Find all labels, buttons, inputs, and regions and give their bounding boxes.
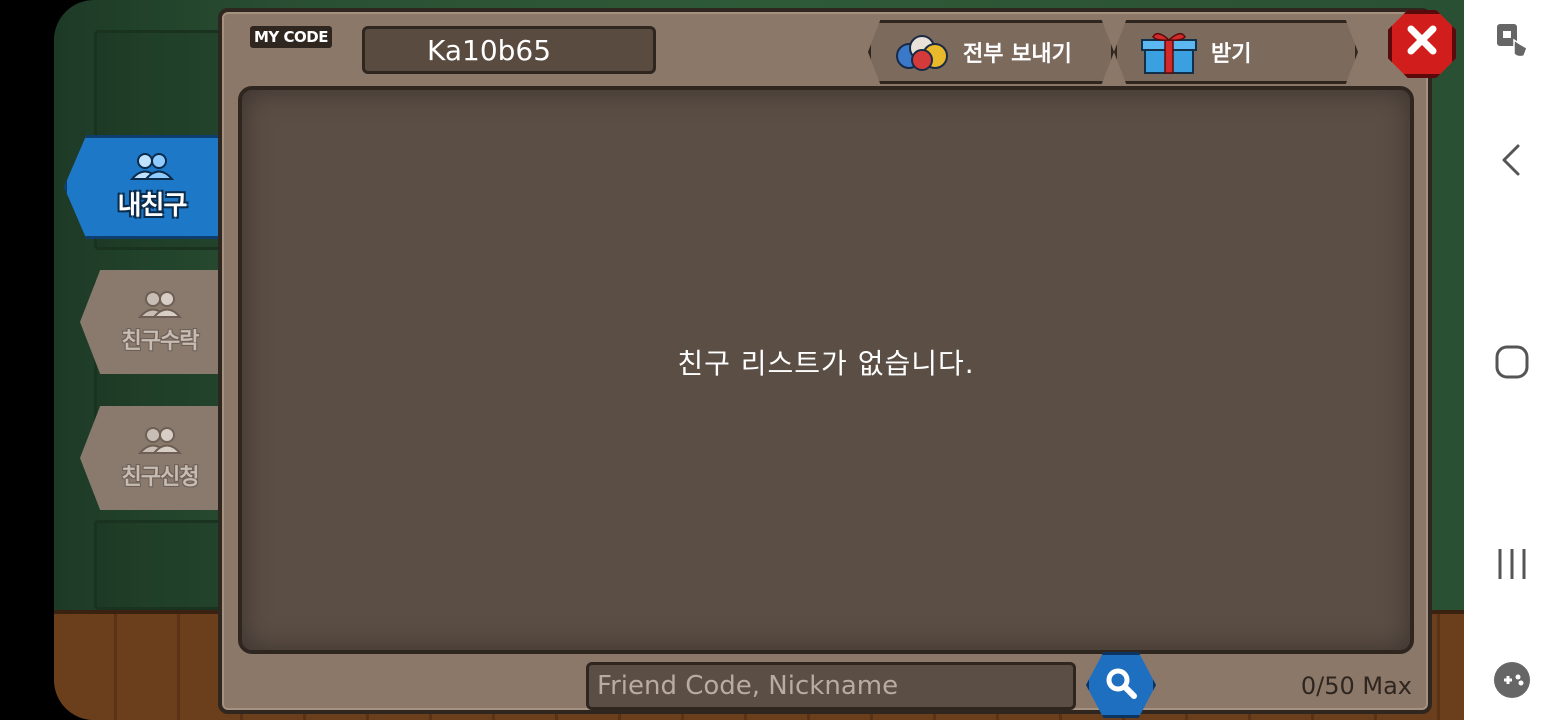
search-button[interactable] (1086, 652, 1156, 718)
tab-accept-friends[interactable]: 친구수락 (80, 270, 224, 374)
recent-apps-icon[interactable] (1464, 546, 1560, 582)
system-nav-bar (1464, 0, 1560, 720)
send-all-button[interactable]: 전부 보내기 (868, 20, 1114, 84)
receive-button[interactable]: 받기 (1114, 20, 1358, 84)
receive-label: 받기 (1211, 42, 1252, 67)
back-icon[interactable] (1464, 142, 1560, 178)
friends-icon (137, 426, 183, 459)
search-icon (1104, 666, 1138, 704)
gift-icon (1139, 29, 1199, 75)
home-icon[interactable] (1464, 344, 1560, 380)
my-code-label: MY CODE (250, 26, 332, 48)
game-tools-icon[interactable] (1464, 660, 1560, 700)
search-input[interactable] (586, 662, 1076, 710)
game-area: 내친구 친구수락 친구신청 MY CODE Ka10b65 전부 보내기 받기 … (0, 0, 1464, 720)
tab-my-friends[interactable]: 내친구 (64, 135, 224, 239)
close-icon (1405, 21, 1439, 67)
tab-label: 내친구 (117, 191, 188, 221)
tab-friend-requests[interactable]: 친구신청 (80, 406, 224, 510)
touch-lock-icon[interactable] (1464, 20, 1560, 60)
friends-icon (129, 152, 175, 185)
my-code-value: Ka10b65 (362, 26, 656, 74)
tab-label: 친구수락 (121, 328, 200, 354)
friend-count: 0/50 Max (1300, 672, 1412, 700)
close-button[interactable] (1388, 10, 1456, 78)
friend-list: 친구 리스트가 없습니다. (238, 86, 1414, 654)
wall-panel (94, 520, 224, 610)
tab-label: 친구신청 (121, 464, 200, 490)
coins-icon (893, 32, 951, 72)
friends-icon (137, 290, 183, 323)
empty-list-message: 친구 리스트가 없습니다. (677, 347, 975, 380)
send-all-label: 전부 보내기 (963, 42, 1072, 67)
friends-panel: MY CODE Ka10b65 전부 보내기 받기 친구 리스트가 없습니다. … (218, 8, 1456, 718)
